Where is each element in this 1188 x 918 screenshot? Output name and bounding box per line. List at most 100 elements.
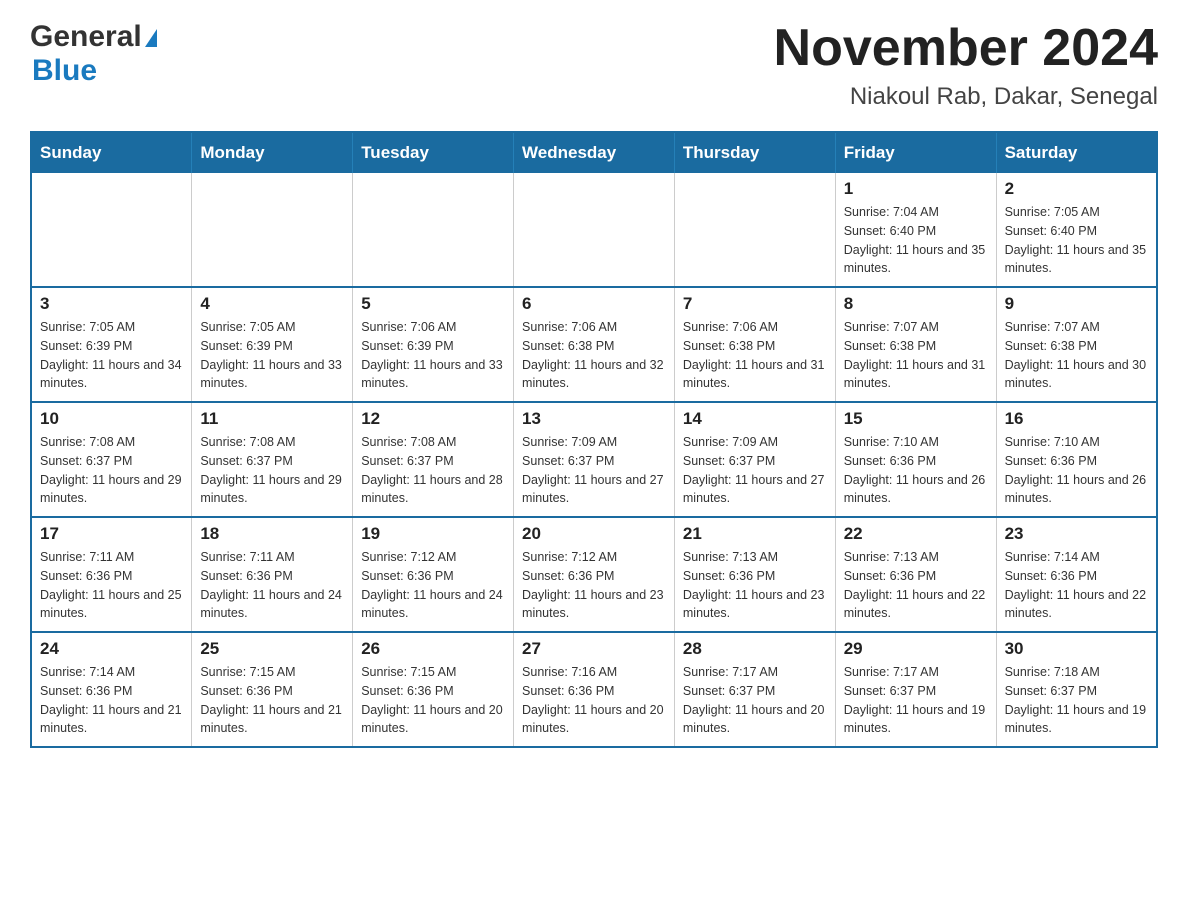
day-info: Sunrise: 7:08 AMSunset: 6:37 PMDaylight:… — [40, 433, 183, 508]
day-number: 7 — [683, 294, 827, 314]
day-number: 30 — [1005, 639, 1148, 659]
calendar-cell-1-2: 5 Sunrise: 7:06 AMSunset: 6:39 PMDaylight… — [353, 287, 514, 402]
logo-general-text: General — [30, 20, 142, 54]
calendar-cell-3-1: 18 Sunrise: 7:11 AMSunset: 6:36 PMDayligh… — [192, 517, 353, 632]
calendar-cell-0-2 — [353, 173, 514, 287]
calendar-cell-2-4: 14 Sunrise: 7:09 AMSunset: 6:37 PMDayligh… — [674, 402, 835, 517]
day-info: Sunrise: 7:12 AMSunset: 6:36 PMDaylight:… — [522, 548, 666, 623]
calendar-cell-2-3: 13 Sunrise: 7:09 AMSunset: 6:37 PMDayligh… — [514, 402, 675, 517]
calendar-cell-2-6: 16 Sunrise: 7:10 AMSunset: 6:36 PMDayligh… — [996, 402, 1157, 517]
day-info: Sunrise: 7:08 AMSunset: 6:37 PMDaylight:… — [200, 433, 344, 508]
logo-blue-text: Blue — [32, 54, 97, 87]
day-number: 28 — [683, 639, 827, 659]
day-info: Sunrise: 7:13 AMSunset: 6:36 PMDaylight:… — [683, 548, 827, 623]
calendar-cell-2-1: 11 Sunrise: 7:08 AMSunset: 6:37 PMDayligh… — [192, 402, 353, 517]
day-number: 13 — [522, 409, 666, 429]
weekday-header-tuesday: Tuesday — [353, 132, 514, 173]
calendar-cell-1-4: 7 Sunrise: 7:06 AMSunset: 6:38 PMDaylight… — [674, 287, 835, 402]
calendar-body: 1 Sunrise: 7:04 AMSunset: 6:40 PMDaylight… — [31, 173, 1157, 747]
calendar-cell-3-0: 17 Sunrise: 7:11 AMSunset: 6:36 PMDayligh… — [31, 517, 192, 632]
calendar-cell-3-2: 19 Sunrise: 7:12 AMSunset: 6:36 PMDayligh… — [353, 517, 514, 632]
calendar-cell-2-0: 10Sunrise: 7:08 AMSunset: 6:37 PMDayligh… — [31, 402, 192, 517]
day-info: Sunrise: 7:06 AMSunset: 6:38 PMDaylight:… — [683, 318, 827, 393]
weekday-header-saturday: Saturday — [996, 132, 1157, 173]
day-info: Sunrise: 7:11 AMSunset: 6:36 PMDaylight:… — [200, 548, 344, 623]
calendar-week-row-4: 24Sunrise: 7:14 AMSunset: 6:36 PMDayligh… — [31, 632, 1157, 747]
calendar-cell-3-3: 20Sunrise: 7:12 AMSunset: 6:36 PMDayligh… — [514, 517, 675, 632]
calendar-week-row-1: 3Sunrise: 7:05 AMSunset: 6:39 PMDaylight… — [31, 287, 1157, 402]
calendar-cell-4-1: 25Sunrise: 7:15 AMSunset: 6:36 PMDayligh… — [192, 632, 353, 747]
day-info: Sunrise: 7:09 AMSunset: 6:37 PMDaylight:… — [683, 433, 827, 508]
calendar-cell-4-6: 30Sunrise: 7:18 AMSunset: 6:37 PMDayligh… — [996, 632, 1157, 747]
calendar-header: SundayMondayTuesdayWednesdayThursdayFrid… — [31, 132, 1157, 173]
day-number: 18 — [200, 524, 344, 544]
weekday-header-sunday: Sunday — [31, 132, 192, 173]
calendar-cell-0-4 — [674, 173, 835, 287]
weekday-header-monday: Monday — [192, 132, 353, 173]
calendar-cell-4-0: 24Sunrise: 7:14 AMSunset: 6:36 PMDayligh… — [31, 632, 192, 747]
day-info: Sunrise: 7:05 AMSunset: 6:39 PMDaylight:… — [40, 318, 183, 393]
day-number: 2 — [1005, 179, 1148, 199]
calendar-cell-4-5: 29 Sunrise: 7:17 AMSunset: 6:37 PMDayligh… — [835, 632, 996, 747]
day-info: Sunrise: 7:09 AMSunset: 6:37 PMDaylight:… — [522, 433, 666, 508]
day-number: 16 — [1005, 409, 1148, 429]
calendar-cell-1-1: 4 Sunrise: 7:05 AMSunset: 6:39 PMDaylight… — [192, 287, 353, 402]
day-info: Sunrise: 7:15 AMSunset: 6:36 PMDaylight:… — [361, 663, 505, 738]
day-info: Sunrise: 7:07 AMSunset: 6:38 PMDaylight:… — [844, 318, 988, 393]
day-info: Sunrise: 7:17 AMSunset: 6:37 PMDaylight:… — [844, 663, 988, 738]
day-info: Sunrise: 7:10 AMSunset: 6:36 PMDaylight:… — [844, 433, 988, 508]
main-title: November 2024 — [774, 20, 1158, 77]
title-block: November 2024 Niakoul Rab, Dakar, Senega… — [774, 20, 1158, 111]
day-number: 8 — [844, 294, 988, 314]
day-number: 23 — [1005, 524, 1148, 544]
day-number: 11 — [200, 409, 344, 429]
weekday-header-thursday: Thursday — [674, 132, 835, 173]
day-info: Sunrise: 7:16 AMSunset: 6:36 PMDaylight:… — [522, 663, 666, 738]
calendar-week-row-2: 10Sunrise: 7:08 AMSunset: 6:37 PMDayligh… — [31, 402, 1157, 517]
calendar-week-row-3: 17 Sunrise: 7:11 AMSunset: 6:36 PMDayligh… — [31, 517, 1157, 632]
day-number: 24 — [40, 639, 183, 659]
day-number: 19 — [361, 524, 505, 544]
day-number: 9 — [1005, 294, 1148, 314]
calendar-cell-2-2: 12 Sunrise: 7:08 AMSunset: 6:37 PMDayligh… — [353, 402, 514, 517]
calendar-cell-3-6: 23 Sunrise: 7:14 AMSunset: 6:36 PMDayligh… — [996, 517, 1157, 632]
day-info: Sunrise: 7:10 AMSunset: 6:36 PMDaylight:… — [1005, 433, 1148, 508]
calendar-cell-3-5: 22 Sunrise: 7:13 AMSunset: 6:36 PMDayligh… — [835, 517, 996, 632]
day-info: Sunrise: 7:12 AMSunset: 6:36 PMDaylight:… — [361, 548, 505, 623]
day-info: Sunrise: 7:11 AMSunset: 6:36 PMDaylight:… — [40, 548, 183, 623]
day-number: 21 — [683, 524, 827, 544]
day-number: 25 — [200, 639, 344, 659]
day-number: 12 — [361, 409, 505, 429]
day-number: 5 — [361, 294, 505, 314]
day-info: Sunrise: 7:04 AMSunset: 6:40 PMDaylight:… — [844, 203, 988, 278]
day-info: Sunrise: 7:08 AMSunset: 6:37 PMDaylight:… — [361, 433, 505, 508]
calendar-cell-0-6: 2Sunrise: 7:05 AMSunset: 6:40 PMDaylight… — [996, 173, 1157, 287]
day-info: Sunrise: 7:06 AMSunset: 6:38 PMDaylight:… — [522, 318, 666, 393]
day-number: 29 — [844, 639, 988, 659]
calendar-table: SundayMondayTuesdayWednesdayThursdayFrid… — [30, 131, 1158, 748]
day-number: 22 — [844, 524, 988, 544]
calendar-cell-3-4: 21 Sunrise: 7:13 AMSunset: 6:36 PMDayligh… — [674, 517, 835, 632]
weekday-header-wednesday: Wednesday — [514, 132, 675, 173]
day-number: 4 — [200, 294, 344, 314]
calendar-cell-4-3: 27Sunrise: 7:16 AMSunset: 6:36 PMDayligh… — [514, 632, 675, 747]
calendar-cell-1-0: 3Sunrise: 7:05 AMSunset: 6:39 PMDaylight… — [31, 287, 192, 402]
day-info: Sunrise: 7:05 AMSunset: 6:39 PMDaylight:… — [200, 318, 344, 393]
day-info: Sunrise: 7:14 AMSunset: 6:36 PMDaylight:… — [1005, 548, 1148, 623]
day-number: 17 — [40, 524, 183, 544]
day-number: 6 — [522, 294, 666, 314]
calendar-cell-0-5: 1 Sunrise: 7:04 AMSunset: 6:40 PMDaylight… — [835, 173, 996, 287]
calendar-cell-1-6: 9Sunrise: 7:07 AMSunset: 6:38 PMDaylight… — [996, 287, 1157, 402]
weekday-header-row: SundayMondayTuesdayWednesdayThursdayFrid… — [31, 132, 1157, 173]
calendar-cell-4-2: 26Sunrise: 7:15 AMSunset: 6:36 PMDayligh… — [353, 632, 514, 747]
logo: General Blue — [30, 20, 157, 88]
calendar-cell-4-4: 28Sunrise: 7:17 AMSunset: 6:37 PMDayligh… — [674, 632, 835, 747]
calendar-cell-0-1 — [192, 173, 353, 287]
day-number: 14 — [683, 409, 827, 429]
day-info: Sunrise: 7:06 AMSunset: 6:39 PMDaylight:… — [361, 318, 505, 393]
day-number: 1 — [844, 179, 988, 199]
day-info: Sunrise: 7:13 AMSunset: 6:36 PMDaylight:… — [844, 548, 988, 623]
calendar-cell-0-0 — [31, 173, 192, 287]
weekday-header-friday: Friday — [835, 132, 996, 173]
subtitle: Niakoul Rab, Dakar, Senegal — [774, 83, 1158, 111]
